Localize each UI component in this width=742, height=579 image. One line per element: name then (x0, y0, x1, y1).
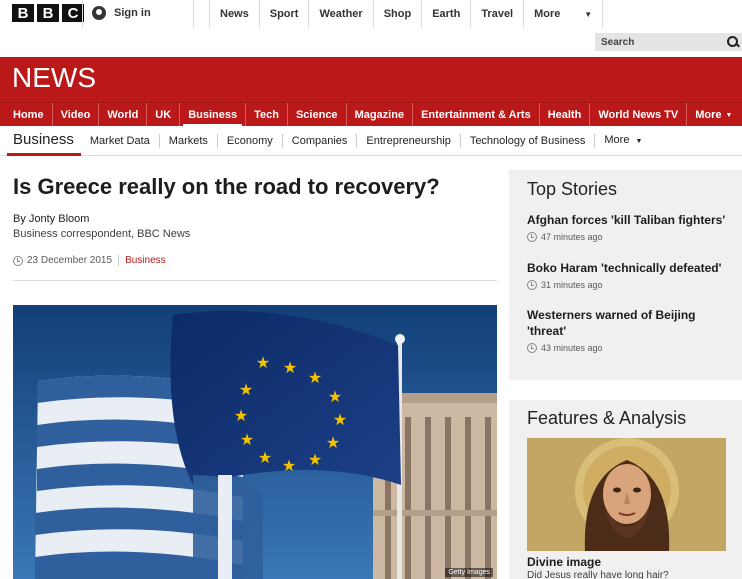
svg-text:★: ★ (256, 353, 270, 372)
feature-subtitle: Did Jesus really have long hair? (527, 570, 669, 579)
news-nav-home[interactable]: Home (5, 103, 53, 127)
subnav-market-data[interactable]: Market Data (81, 134, 160, 148)
story-title[interactable]: Boko Haram 'technically defeated' (527, 260, 737, 276)
svg-text:★: ★ (234, 406, 248, 425)
divider (193, 0, 194, 28)
news-nav-more-label: More (695, 109, 722, 121)
global-nav-travel[interactable]: Travel (470, 0, 523, 28)
top-stories-panel: Top Stories Afghan forces 'kill Taliban … (509, 170, 742, 380)
clock-icon (13, 255, 23, 266)
user-icon (92, 6, 106, 20)
article-hero-image: ★ ★ ★ ★ ★ ★ ★ ★ ★ ★ ★ ★ Getty Images (13, 305, 497, 579)
bbc-logo-letter: C (62, 4, 84, 22)
svg-text:★: ★ (240, 430, 254, 449)
article-meta: 23 December 2015 Business (13, 255, 166, 266)
news-nav-entertainment[interactable]: Entertainment & Arts (413, 103, 540, 127)
article-headline: Is Greece really on the road to recovery… (13, 174, 440, 199)
divider (13, 280, 497, 281)
story-item[interactable]: Westerners warned of Beijing 'threat' 43… (527, 307, 737, 353)
news-nav-magazine[interactable]: Magazine (347, 103, 414, 127)
news-logo[interactable]: NEWS (12, 62, 96, 94)
subnav-more-label: More (604, 134, 630, 146)
subnav-more[interactable]: More ▼ (595, 133, 651, 149)
search-box[interactable]: Search (595, 33, 742, 51)
divider (82, 0, 83, 28)
global-nav-sport[interactable]: Sport (258, 0, 309, 28)
flags-photo: ★ ★ ★ ★ ★ ★ ★ ★ ★ ★ ★ ★ (13, 305, 497, 579)
subnav-economy[interactable]: Economy (218, 134, 283, 148)
subnav-entrepreneurship[interactable]: Entrepreneurship (357, 134, 461, 148)
story-title[interactable]: Afghan forces 'kill Taliban fighters' (527, 212, 737, 228)
chevron-down-icon: ▼ (584, 9, 593, 19)
svg-text:★: ★ (308, 450, 322, 469)
svg-text:★: ★ (239, 380, 253, 399)
sign-in-link[interactable]: Sign in (92, 4, 151, 22)
news-nav-tech[interactable]: Tech (246, 103, 288, 127)
news-nav-world[interactable]: World (99, 103, 148, 127)
svg-text:★: ★ (308, 368, 322, 387)
global-nav-more-label: More (534, 8, 561, 20)
clock-icon (527, 280, 537, 290)
clock-icon (527, 232, 537, 242)
news-nav-business[interactable]: Business (180, 103, 247, 127)
news-banner: NEWS (0, 57, 742, 102)
features-title: Features & Analysis (527, 408, 687, 428)
news-nav-video[interactable]: Video (53, 103, 100, 127)
features-panel: Features & Analysis Divine image Did Jes… (509, 400, 742, 579)
bbc-logo-letter: B (37, 4, 59, 22)
svg-text:★: ★ (283, 358, 297, 377)
story-time: 43 minutes ago (527, 343, 737, 353)
global-nav-weather[interactable]: Weather (308, 0, 372, 28)
story-item[interactable]: Boko Haram 'technically defeated' 31 min… (527, 260, 737, 290)
global-nav-more[interactable]: More ▼ (523, 0, 604, 28)
news-nav: Home Video World UK Business Tech Scienc… (0, 102, 742, 127)
global-nav-news[interactable]: News (209, 0, 259, 28)
sign-in-label: Sign in (114, 7, 151, 19)
story-time: 31 minutes ago (527, 280, 737, 290)
article-date: 23 December 2015 (27, 255, 113, 266)
chevron-down-icon: ▼ (725, 111, 733, 119)
story-timestamp: 47 minutes ago (541, 232, 603, 242)
chevron-down-icon: ▼ (635, 138, 643, 145)
story-timestamp: 43 minutes ago (541, 343, 603, 353)
story-timestamp: 31 minutes ago (541, 280, 603, 290)
svg-text:★: ★ (282, 456, 296, 475)
subnav-companies[interactable]: Companies (283, 134, 358, 148)
news-nav-world-news-tv[interactable]: World News TV (590, 103, 688, 127)
feature-title[interactable]: Divine image (527, 555, 601, 569)
bbc-logo-letter: B (12, 4, 34, 22)
subnav-markets[interactable]: Markets (160, 134, 218, 148)
top-stories-title: Top Stories (527, 179, 618, 199)
image-credit: Getty Images (445, 568, 493, 577)
story-time: 47 minutes ago (527, 232, 737, 242)
news-nav-health[interactable]: Health (540, 103, 591, 127)
jesus-painting (527, 438, 726, 551)
svg-text:★: ★ (328, 387, 342, 406)
story-item[interactable]: Afghan forces 'kill Taliban fighters' 47… (527, 212, 737, 242)
news-nav-uk[interactable]: UK (147, 103, 181, 127)
global-nav-shop[interactable]: Shop (372, 0, 422, 28)
article-author-role: Business correspondent, BBC News (13, 228, 191, 240)
story-title[interactable]: Westerners warned of Beijing 'threat' (527, 307, 737, 339)
bbc-logo[interactable]: B B C (12, 4, 84, 22)
global-nav-earth[interactable]: Earth (421, 0, 470, 28)
subnav-technology-of-business[interactable]: Technology of Business (461, 134, 596, 148)
news-nav-more[interactable]: More ▼ (687, 103, 740, 127)
clock-icon (527, 343, 537, 353)
business-subnav: Business Market Data Markets Economy Com… (0, 126, 742, 156)
news-nav-science[interactable]: Science (288, 103, 347, 127)
top-bar: B B C Sign in News Sport Weather Shop Ea… (0, 0, 742, 57)
global-nav: News Sport Weather Shop Earth Travel Mor… (209, 0, 604, 28)
search-icon[interactable] (724, 33, 742, 51)
feature-image[interactable] (527, 438, 726, 551)
svg-text:★: ★ (258, 448, 272, 467)
article-section-link[interactable]: Business (125, 255, 166, 266)
article-author: By Jonty Bloom (13, 213, 90, 225)
svg-text:★: ★ (326, 433, 340, 452)
divider (118, 255, 120, 266)
subnav-section-title[interactable]: Business (7, 132, 81, 156)
search-input[interactable]: Search (601, 37, 724, 48)
svg-text:★: ★ (333, 410, 347, 429)
